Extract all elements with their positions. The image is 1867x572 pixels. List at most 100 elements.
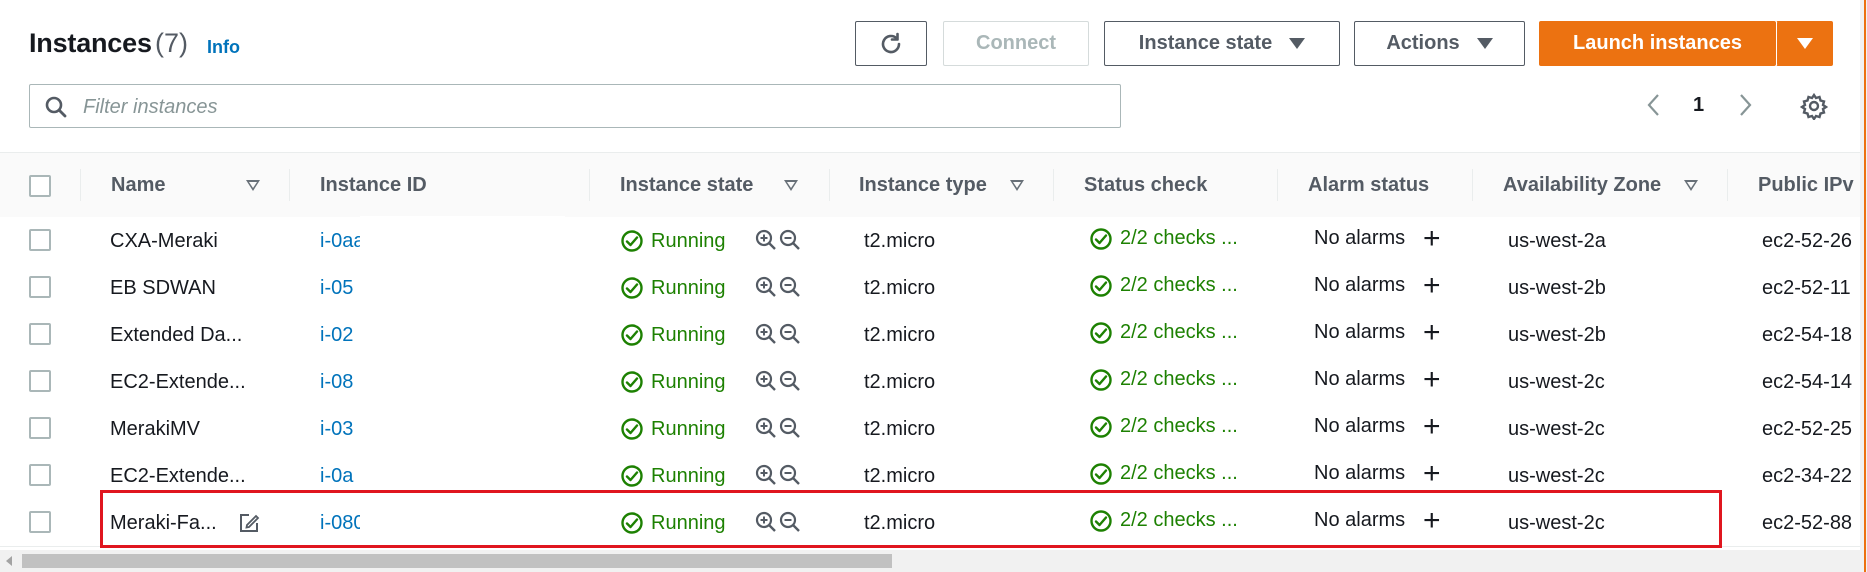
row-checkbox[interactable] (29, 464, 51, 486)
zoom-out-icon[interactable] (779, 417, 801, 445)
column-divider (289, 169, 290, 201)
sort-icon[interactable] (1010, 180, 1024, 191)
table-row[interactable]: EC2-Extende... i-08 Running t2.micro 2/2 che… (0, 358, 1860, 406)
check-circle-icon (620, 276, 644, 306)
page-number[interactable]: 1 (1693, 94, 1704, 117)
zoom-out-icon[interactable] (779, 276, 801, 304)
filter-instances-field[interactable] (29, 84, 1121, 128)
check-circle-icon (1089, 462, 1113, 492)
zoom-out-icon[interactable] (779, 229, 801, 257)
column-header-instance-id[interactable]: Instance ID (320, 174, 427, 197)
column-divider (80, 169, 81, 201)
availability-zone: us-west-2c (1508, 371, 1605, 393)
zoom-in-icon[interactable] (755, 276, 777, 304)
sort-icon[interactable] (1684, 180, 1698, 191)
horizontal-scrollbar[interactable] (0, 550, 1860, 572)
status-check-link[interactable]: 2/2 checks ... (1120, 415, 1238, 438)
public-dns: ec2-54-18 (1762, 324, 1853, 346)
zoom-out-icon[interactable] (779, 464, 801, 492)
search-input[interactable] (81, 91, 1085, 123)
alarm-status: No alarms (1314, 274, 1406, 296)
actions-dropdown[interactable]: Actions (1354, 21, 1525, 66)
instance-id-link[interactable]: i-03 (320, 418, 353, 441)
availability-zone: us-west-2c (1508, 418, 1605, 440)
add-alarm-icon[interactable]: + (1423, 224, 1441, 254)
column-header-instance-type[interactable]: Instance type (859, 174, 987, 197)
instance-id-link[interactable]: i-0a (320, 465, 353, 488)
zoom-out-icon[interactable] (779, 323, 801, 351)
status-check-link[interactable]: 2/2 checks ... (1120, 368, 1238, 391)
zoom-in-icon[interactable] (755, 417, 777, 445)
scrollbar-thumb[interactable] (22, 554, 892, 568)
refresh-button[interactable] (855, 21, 927, 66)
table-row[interactable]: EB SDWAN i-05 Running t2.micro 2/2 checks ..… (0, 264, 1860, 312)
row-checkbox[interactable] (29, 276, 51, 298)
table-row[interactable]: Extended Da... i-02 Running t2.micro 2/2 che… (0, 311, 1860, 359)
sort-icon[interactable] (784, 180, 798, 191)
column-header-instance-state[interactable]: Instance state (620, 174, 753, 197)
zoom-in-icon[interactable] (755, 370, 777, 398)
chevron-left-icon[interactable] (1645, 92, 1663, 118)
zoom-in-icon[interactable] (755, 464, 777, 492)
status-check-link[interactable]: 2/2 checks ... (1120, 227, 1238, 250)
check-circle-icon (1089, 227, 1113, 257)
instance-state-dropdown[interactable]: Instance state (1104, 21, 1340, 66)
column-header-availability-zone[interactable]: Availability Zone (1503, 174, 1661, 197)
row-checkbox[interactable] (29, 370, 51, 392)
instance-state: Running (651, 230, 726, 252)
row-checkbox[interactable] (29, 323, 51, 345)
instance-id-link[interactable]: i-05 (320, 277, 353, 300)
table-row[interactable]: MerakiMV i-03 Running t2.micro 2/2 checks ..… (0, 405, 1860, 453)
instance-name: Extended Da... (110, 324, 243, 346)
chevron-right-icon[interactable] (1736, 92, 1754, 118)
public-dns: ec2-52-88 (1762, 512, 1853, 534)
instance-state: Running (651, 465, 726, 487)
row-checkbox[interactable] (29, 417, 51, 439)
launch-label: Launch instances (1573, 32, 1742, 54)
caret-down-icon (1476, 38, 1493, 49)
add-alarm-icon[interactable]: + (1423, 365, 1441, 395)
sort-icon[interactable] (246, 180, 260, 191)
add-alarm-icon[interactable]: + (1423, 271, 1441, 301)
launch-instances-button[interactable]: Launch instances (1539, 21, 1776, 66)
instance-id-link[interactable]: i-02 (320, 324, 353, 347)
scroll-left-arrow[interactable] (6, 556, 12, 566)
column-header-alarm-status[interactable]: Alarm status (1308, 174, 1429, 197)
check-circle-icon (620, 323, 644, 353)
zoom-in-icon[interactable] (755, 229, 777, 257)
instance-type: t2.micro (864, 371, 936, 393)
search-icon (45, 96, 67, 118)
add-alarm-icon[interactable]: + (1423, 412, 1441, 442)
zoom-in-icon[interactable] (755, 323, 777, 351)
add-alarm-icon[interactable]: + (1423, 318, 1441, 348)
column-header-name[interactable]: Name (111, 174, 165, 197)
public-dns: ec2-54-14 (1762, 371, 1853, 393)
add-alarm-icon[interactable]: + (1423, 459, 1441, 489)
row-checkbox[interactable] (29, 511, 51, 533)
status-check-link[interactable]: 2/2 checks ... (1120, 462, 1238, 485)
column-header-public-ipv4[interactable]: Public IPv (1758, 174, 1854, 197)
table-row[interactable]: CXA-Meraki i-0aa Running t2.micro 2/2 checks… (0, 217, 1860, 265)
instance-id-link[interactable]: i-08 (320, 371, 353, 394)
column-divider (1472, 169, 1473, 201)
status-check-link[interactable]: 2/2 checks ... (1120, 274, 1238, 297)
zoom-out-icon[interactable] (779, 370, 801, 398)
instance-count: (7) (155, 28, 188, 58)
caret-down-icon (1796, 38, 1813, 49)
instance-type: t2.micro (864, 277, 936, 299)
select-all-checkbox[interactable] (29, 175, 51, 197)
column-divider (1277, 169, 1278, 201)
launch-options-dropdown[interactable] (1776, 21, 1833, 66)
column-header-status-check[interactable]: Status check (1084, 174, 1207, 197)
instance-type: t2.micro (864, 418, 936, 440)
gear-icon[interactable] (1800, 92, 1828, 120)
connect-button[interactable]: Connect (943, 21, 1089, 66)
check-circle-icon (1089, 321, 1113, 351)
instance-type: t2.micro (864, 230, 936, 252)
instance-id-link[interactable]: i-0aa (320, 230, 364, 253)
info-link[interactable]: Info (207, 37, 240, 58)
instance-name: CXA-Meraki (110, 230, 218, 252)
row-checkbox[interactable] (29, 229, 51, 251)
public-dns: ec2-52-26 (1762, 230, 1853, 252)
status-check-link[interactable]: 2/2 checks ... (1120, 321, 1238, 344)
